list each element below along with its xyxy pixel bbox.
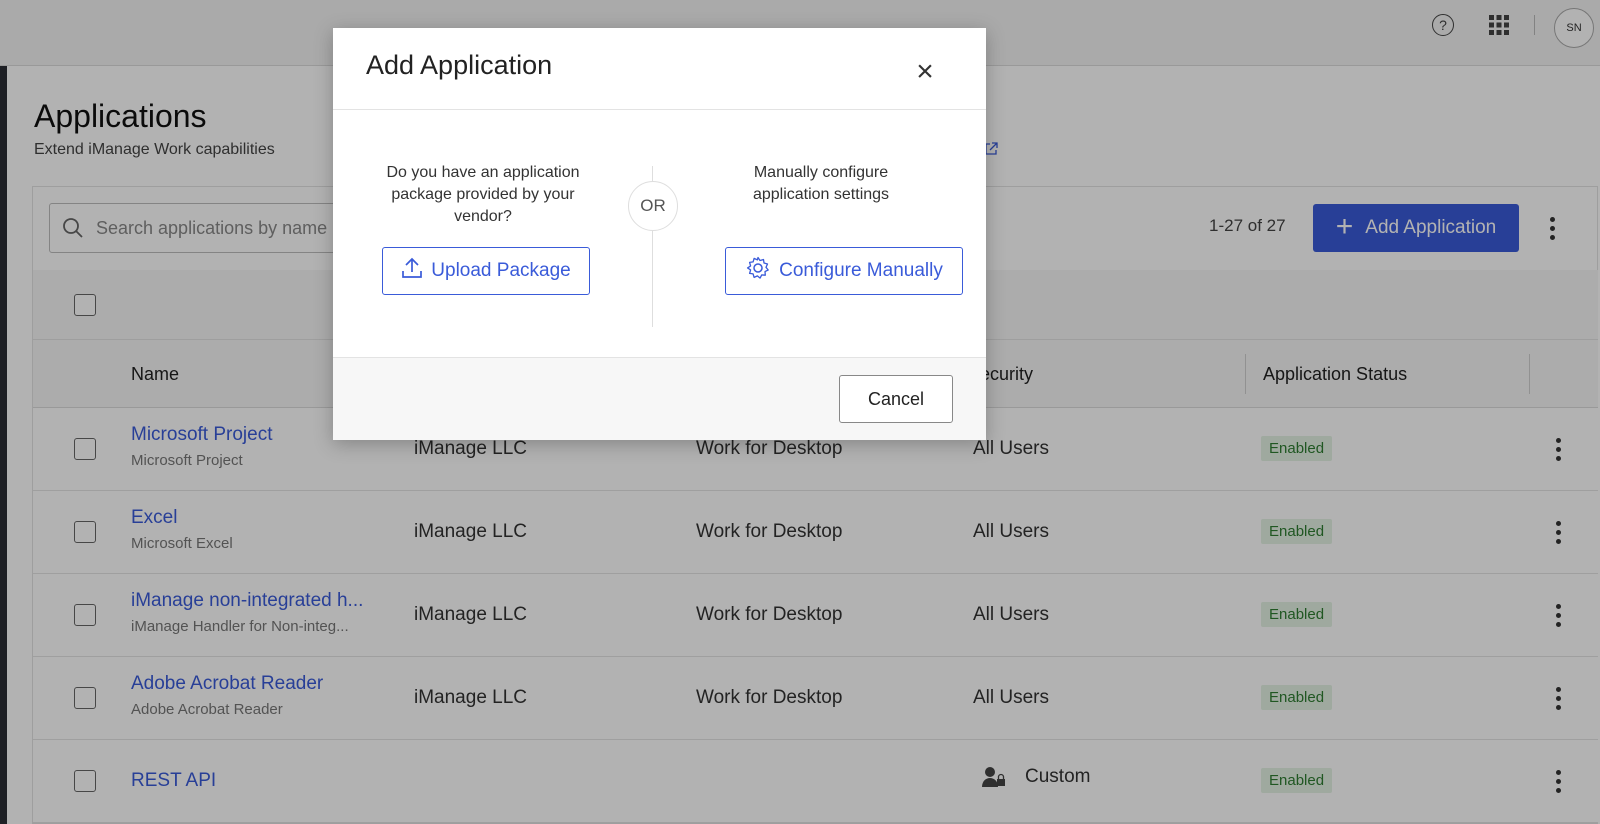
upload-prompt: Do you have an application package provi… bbox=[386, 164, 580, 225]
configure-prompt: Manually configure application settings bbox=[752, 164, 890, 203]
or-divider: OR bbox=[628, 181, 678, 231]
configure-manually-button[interactable]: Configure Manually bbox=[725, 247, 963, 295]
upload-package-button[interactable]: Upload Package bbox=[382, 247, 590, 295]
upload-icon bbox=[401, 256, 423, 286]
upload-package-label: Upload Package bbox=[431, 260, 571, 281]
gear-icon bbox=[745, 255, 771, 287]
add-application-dialog: Add Application × Do you have an applica… bbox=[333, 28, 986, 440]
or-divider-line bbox=[652, 166, 653, 181]
dialog-footer: Cancel bbox=[333, 357, 986, 440]
configure-manually-label: Configure Manually bbox=[779, 260, 943, 281]
dialog-title: Add Application bbox=[366, 50, 553, 80]
or-divider-line bbox=[652, 231, 653, 327]
cancel-button[interactable]: Cancel bbox=[839, 375, 953, 423]
dialog-header-divider bbox=[333, 109, 986, 110]
close-icon[interactable]: × bbox=[911, 57, 939, 87]
